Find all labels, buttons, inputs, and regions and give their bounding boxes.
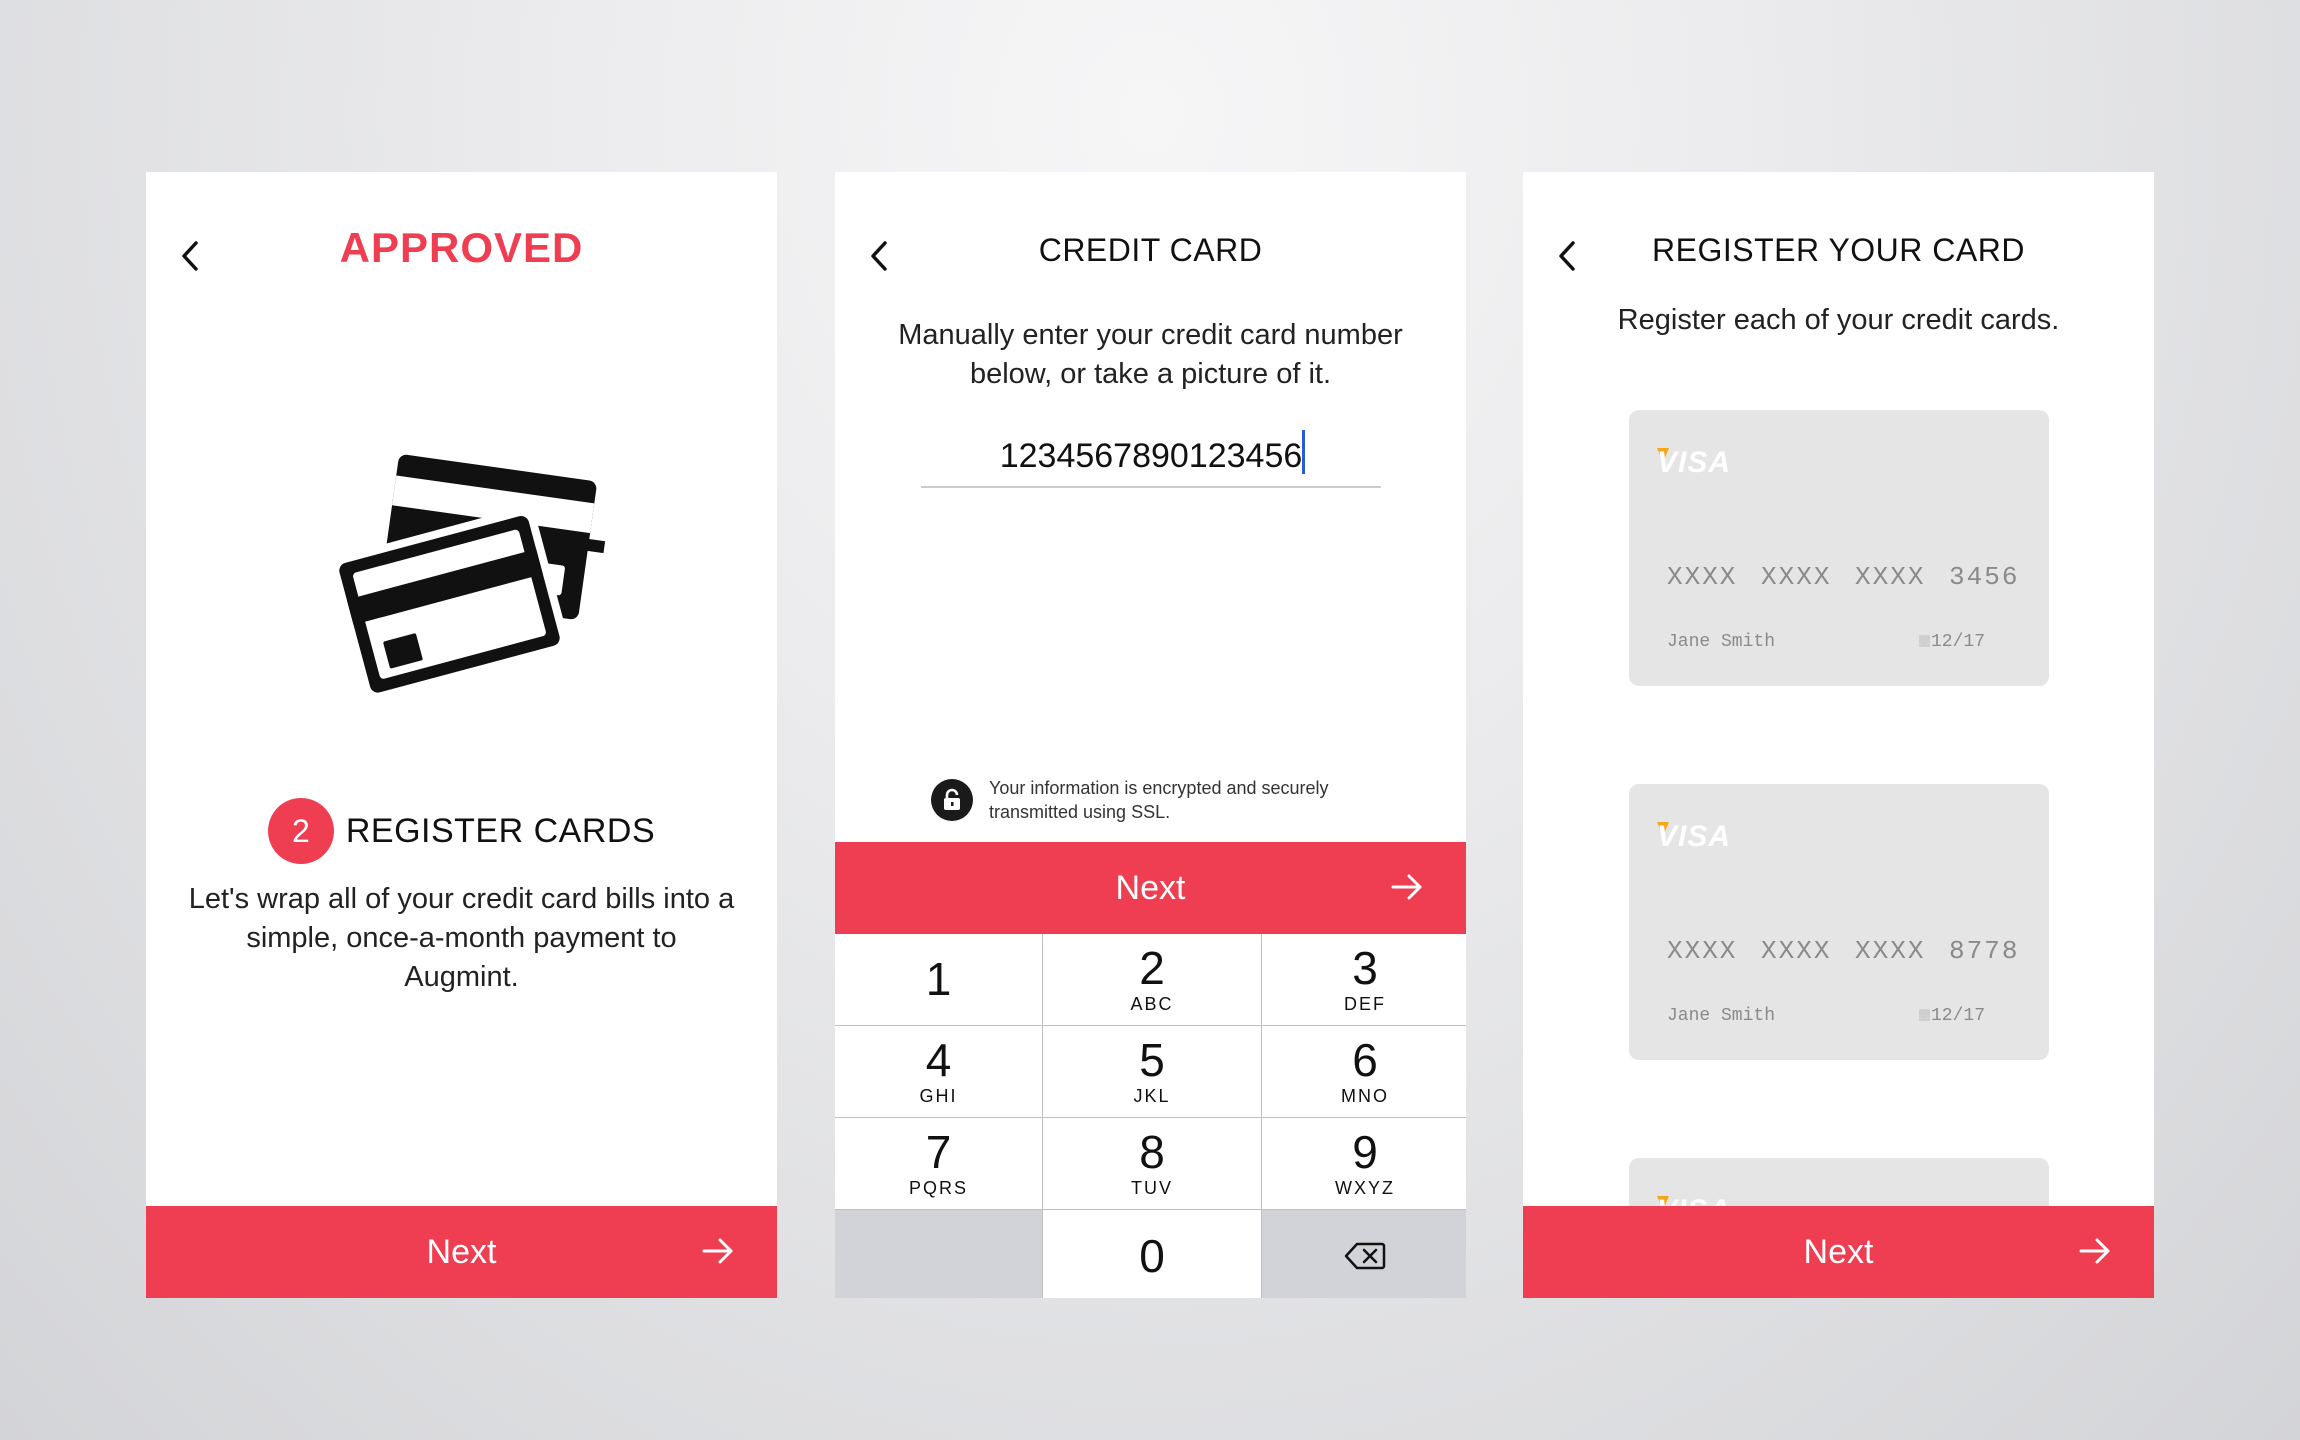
- key-letters: MNO: [1341, 1086, 1389, 1106]
- key-blank: [835, 1210, 1042, 1298]
- key-3[interactable]: 3 DEF: [1262, 934, 1466, 1025]
- credit-card-tile[interactable]: VISA XXXX XXXX XXXX 3456 Jane Smith ▒▒ 12…: [1629, 410, 2049, 686]
- card-holder: Jane Smith: [1667, 1006, 1776, 1026]
- key-letters: GHI: [919, 1086, 958, 1106]
- next-button[interactable]: Next: [1523, 1206, 2154, 1298]
- instructions-text: Manually enter your credit card number b…: [898, 319, 1403, 390]
- key-2[interactable]: 2 ABC: [1043, 934, 1261, 1025]
- key-0[interactable]: 0: [1043, 1210, 1261, 1298]
- key-1[interactable]: 1: [835, 934, 1042, 1025]
- valid-thru-icon: ▒▒: [1918, 637, 1930, 648]
- backspace-icon: [1344, 1242, 1386, 1269]
- page-title: REGISTER YOUR CARD: [1652, 232, 2025, 268]
- key-9[interactable]: 9 WXYZ: [1262, 1118, 1466, 1209]
- card-number-input[interactable]: [921, 426, 1381, 488]
- delete-key[interactable]: [1262, 1210, 1466, 1298]
- step-indicator: 2 REGISTER CARDS: [146, 798, 777, 864]
- key-digit: 8: [1139, 1126, 1165, 1178]
- key-6[interactable]: 6 MNO: [1262, 1026, 1466, 1117]
- security-notice: Your information is encrypted and secure…: [931, 776, 1369, 824]
- credit-card-screen: CREDIT CARD Manually enter your credit c…: [835, 172, 1466, 1298]
- page-subtitle: Register each of your credit cards.: [1617, 304, 2060, 336]
- key-letters: DEF: [1344, 994, 1386, 1014]
- key-digit: 2: [1139, 942, 1165, 994]
- key-7[interactable]: 7 PQRS: [835, 1118, 1042, 1209]
- next-button-label: Next: [1803, 1232, 1874, 1271]
- step-label: REGISTER CARDS: [345, 811, 656, 850]
- key-digit: 1: [925, 952, 952, 1005]
- key-digit: 7: [925, 1126, 952, 1178]
- key-letters: TUV: [1131, 1178, 1173, 1198]
- key-digit: 5: [1139, 1034, 1165, 1086]
- next-button-label: Next: [1115, 868, 1186, 907]
- key-digit: 9: [1352, 1126, 1378, 1178]
- card-expiry: ▒▒ 12/17: [1919, 1006, 1985, 1026]
- credit-card-tile[interactable]: VISA XXXX XXXX XXXX 8778 Jane Smith ▒▒ 12…: [1629, 784, 2049, 1060]
- key-letters: JKL: [1133, 1086, 1171, 1106]
- lock-icon: [931, 779, 973, 821]
- arrow-right-icon: [1391, 874, 1422, 900]
- valid-thru-icon: ▒▒: [1918, 1011, 1930, 1022]
- page-title: APPROVED: [339, 224, 584, 271]
- key-digit: 6: [1352, 1034, 1378, 1086]
- register-card-screen: REGISTER YOUR CARD Register each of your…: [1523, 172, 2154, 1298]
- key-letters: WXYZ: [1335, 1178, 1395, 1198]
- next-button-label: Next: [426, 1232, 497, 1271]
- next-button[interactable]: Next: [146, 1206, 777, 1298]
- card-expiry-value: 12/17: [1930, 632, 1985, 652]
- card-brand: VISA: [1657, 820, 1732, 853]
- key-digit: 4: [925, 1034, 952, 1086]
- key-digit: 0: [1139, 1229, 1165, 1282]
- key-4[interactable]: 4 GHI: [835, 1026, 1042, 1117]
- card-holder: Jane Smith: [1667, 632, 1776, 652]
- credit-cards-icon: [316, 434, 606, 702]
- key-8[interactable]: 8 TUV: [1043, 1118, 1261, 1209]
- card-expiry-value: 12/17: [1930, 1006, 1985, 1026]
- key-digit: 3: [1352, 942, 1378, 994]
- step-description: Let's wrap all of your credit card bills…: [188, 883, 735, 993]
- step-number-badge: 2: [267, 798, 334, 864]
- text-caret: [1302, 430, 1305, 474]
- card-expiry: ▒▒ 12/17: [1919, 632, 1985, 652]
- page-title: CREDIT CARD: [1038, 232, 1263, 268]
- key-letters: ABC: [1130, 994, 1174, 1014]
- key-letters: PQRS: [908, 1178, 968, 1198]
- next-button[interactable]: Next: [835, 842, 1466, 934]
- numeric-keypad: 1 2 ABC 3 DEF 4 GHI 5 JKL 6 MNO 7 PQRS 8 TUV 9W…: [835, 934, 1466, 1298]
- arrow-right-icon: [2079, 1238, 2110, 1264]
- approved-screen: APPROVED 2 REGISTER CARDS Let's wrap all…: [146, 172, 777, 1298]
- key-5[interactable]: 5 JKL: [1043, 1026, 1261, 1117]
- security-text: Your information is encrypted and secure…: [989, 778, 1329, 822]
- card-brand: VISA: [1657, 446, 1732, 479]
- card-number: XXXX XXXX XXXX 3456: [1667, 562, 2020, 592]
- card-number: XXXX XXXX XXXX 8778: [1667, 936, 2020, 966]
- arrow-right-icon: [702, 1238, 733, 1264]
